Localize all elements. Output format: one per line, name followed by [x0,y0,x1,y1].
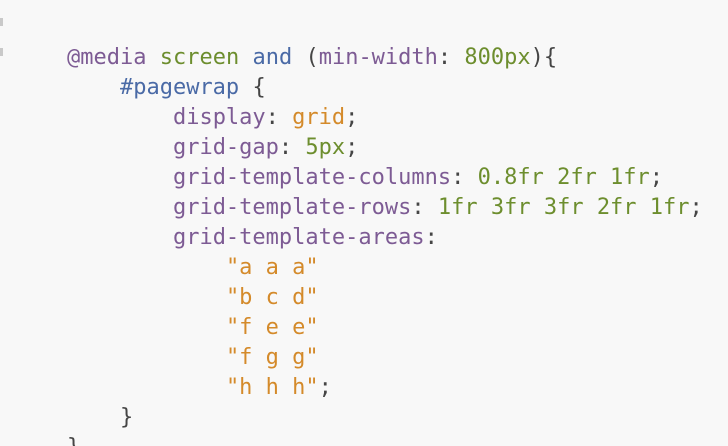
value-token: 1fr 3fr 3fr 2fr 1fr [437,195,690,220]
code-line-7: grid-template-areas: [14,193,438,250]
colon-token: : [437,45,452,70]
string-token: "h h h" [225,375,319,400]
code-line-2: #pagewrap { [14,43,266,100]
media-value-token: 800px [464,45,531,70]
code-line-13: } [14,373,133,430]
code-line-5: grid-template-columns: 0.8fr 2fr 1fr; [14,133,663,190]
semicolon-token: ; [318,375,332,400]
open-paren-token: ( [305,45,319,70]
gutter-mark [0,48,3,56]
semicolon-token: ; [689,195,703,220]
code-line-14: } [14,403,80,446]
close-token: ){ [530,45,558,70]
code-line-6: grid-template-rows: 1fr 3fr 3fr 2fr 1fr; [14,163,703,220]
code-line-8: "a a a" [14,223,319,280]
code-line-10: "f e e" [14,283,319,340]
code-line-12: "h h h"; [14,343,332,400]
gutter-mark [0,18,3,26]
media-feature-token: min-width [318,45,438,70]
code-line-1: @media screen and (min-width: 800px){ [14,13,557,70]
code-block: @media screen and (min-width: 800px){ #p… [0,0,728,446]
code-line-9: "b c d" [14,253,319,310]
close-brace-token: } [119,405,134,430]
close-brace-token: } [67,435,80,446]
code-line-4: grid-gap: 5px; [14,103,358,160]
colon-token: : [424,225,438,250]
code-line-3: display: grid; [14,73,358,130]
code-line-11: "f g g" [14,313,319,370]
